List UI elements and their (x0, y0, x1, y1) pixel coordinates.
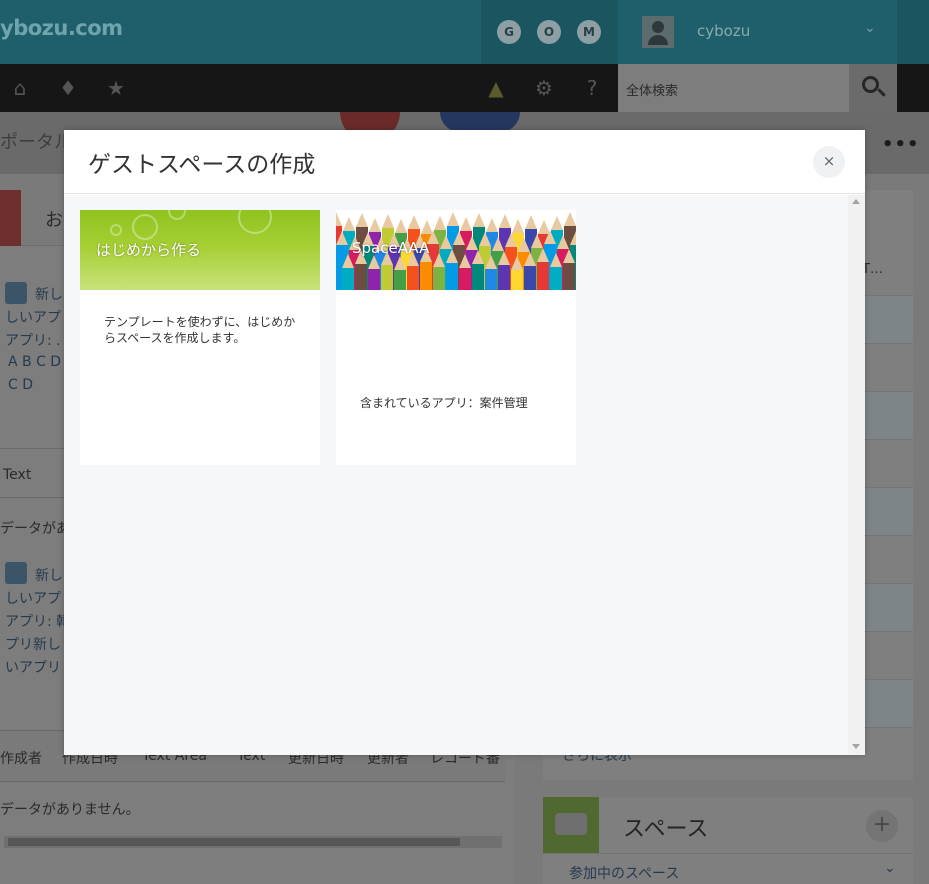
pencil-body (459, 268, 471, 290)
list-item[interactable]: いアプリ (5, 657, 61, 677)
scroll-up-icon[interactable] (852, 199, 860, 204)
row-text: T… (862, 262, 883, 277)
avatar (642, 16, 674, 48)
list-item[interactable]: アプリ: . (5, 330, 61, 350)
beginner-mark-icon[interactable]: ▲ (484, 76, 508, 100)
field-label: Text (3, 467, 32, 483)
google-app-icon[interactable]: G (497, 20, 521, 44)
topbar-edge (897, 0, 929, 64)
card-description: テンプレートを使わずに、はじめからスペースを作成します。 (104, 315, 296, 345)
list-item[interactable]: しいアプ (5, 588, 61, 608)
search-input[interactable]: 全体検索 (618, 64, 849, 112)
pencil-body (485, 269, 497, 290)
list-item[interactable]: アプリ: 韓 (5, 611, 70, 631)
dialog-title: ゲストスペースの作成 (88, 152, 316, 178)
search-placeholder: 全体検索 (626, 84, 679, 99)
chat-bubble-icon (543, 797, 599, 853)
pencil-body (524, 266, 536, 290)
pencil-body (537, 262, 549, 290)
list-item[interactable]: プリ新し (5, 634, 61, 654)
mail-app-icon[interactable]: M (577, 20, 601, 44)
scrollbar-thumb[interactable] (8, 838, 460, 846)
pencil-body (563, 263, 575, 290)
search-button[interactable] (849, 64, 897, 112)
help-icon[interactable]: ? (580, 76, 604, 100)
dialog-header: ゲストスペースの作成 × (64, 130, 865, 194)
card-title: SpaceAAA (352, 239, 430, 257)
brand-logo: ybozu.com (0, 16, 123, 40)
office-app-icon[interactable]: O (537, 20, 561, 44)
add-space-button[interactable]: + (866, 810, 898, 842)
list-item[interactable]: しいアプ (5, 307, 61, 327)
scroll-down-icon[interactable] (852, 744, 860, 749)
gear-icon[interactable]: ⚙ (532, 76, 556, 100)
pencil-body (394, 270, 406, 290)
pencil-body (342, 268, 354, 290)
pencil-body (433, 267, 445, 290)
no-data-text: データがあ (0, 521, 70, 537)
pencil-body (355, 264, 367, 290)
list-item[interactable]: A B C D (8, 354, 61, 370)
user-menu[interactable]: cybozu ⌄ (618, 0, 897, 64)
card-thumbnail: SpaceAAA (336, 210, 576, 290)
pencil-body (472, 264, 484, 290)
pencil-body (498, 265, 510, 290)
left-portlet-title: お (45, 210, 63, 231)
column-header[interactable]: 作成者 (0, 748, 42, 768)
pencil-body (407, 266, 419, 290)
create-guest-space-dialog: ゲストスペースの作成 × はじめから作る テンプレートを使わずに、はじめからスペ… (64, 130, 865, 755)
pencil-body (446, 263, 458, 290)
card-apps-label: 含まれているアプリ：案件管理 (360, 396, 528, 410)
pencil-body (511, 270, 523, 290)
home-icon[interactable]: ⌂ (8, 76, 32, 100)
portal-title: ポータル (0, 132, 72, 153)
user-name: cybozu (697, 22, 751, 40)
space-filter-label[interactable]: 参加中のスペース (569, 863, 679, 883)
star-icon[interactable]: ★ (104, 76, 128, 100)
more-options-icon[interactable]: ••• (882, 134, 920, 155)
list-icon (5, 562, 27, 584)
pencil-body (368, 269, 380, 290)
template-card-blank[interactable]: はじめから作る テンプレートを使わずに、はじめからスペースを作成します。 (80, 210, 320, 465)
close-button[interactable]: × (813, 146, 845, 178)
list-icon (5, 282, 27, 304)
vertical-scrollbar[interactable] (848, 195, 865, 755)
list-item[interactable]: 新し (35, 284, 63, 304)
no-data-text: データがありません。 (0, 802, 140, 818)
chevron-down-icon: ⌄ (864, 20, 876, 36)
pencil-body (420, 262, 432, 290)
pencil-body (550, 267, 562, 290)
template-card-spaceaaa[interactable]: SpaceAAA 含まれているアプリ：案件管理 (336, 210, 576, 465)
card-title: はじめから作る (96, 241, 202, 259)
app-icon-group: G O M (481, 0, 618, 64)
card-thumbnail: はじめから作る (80, 210, 320, 290)
space-portlet-title: スペース (623, 817, 709, 842)
notification-icon (0, 190, 21, 246)
chevron-down-icon[interactable]: ⌄ (884, 860, 896, 876)
list-item[interactable]: 新し (35, 565, 63, 585)
list-item[interactable]: C D (8, 377, 33, 393)
pencil-body (381, 265, 393, 290)
bell-icon[interactable]: ♦ (56, 76, 80, 100)
